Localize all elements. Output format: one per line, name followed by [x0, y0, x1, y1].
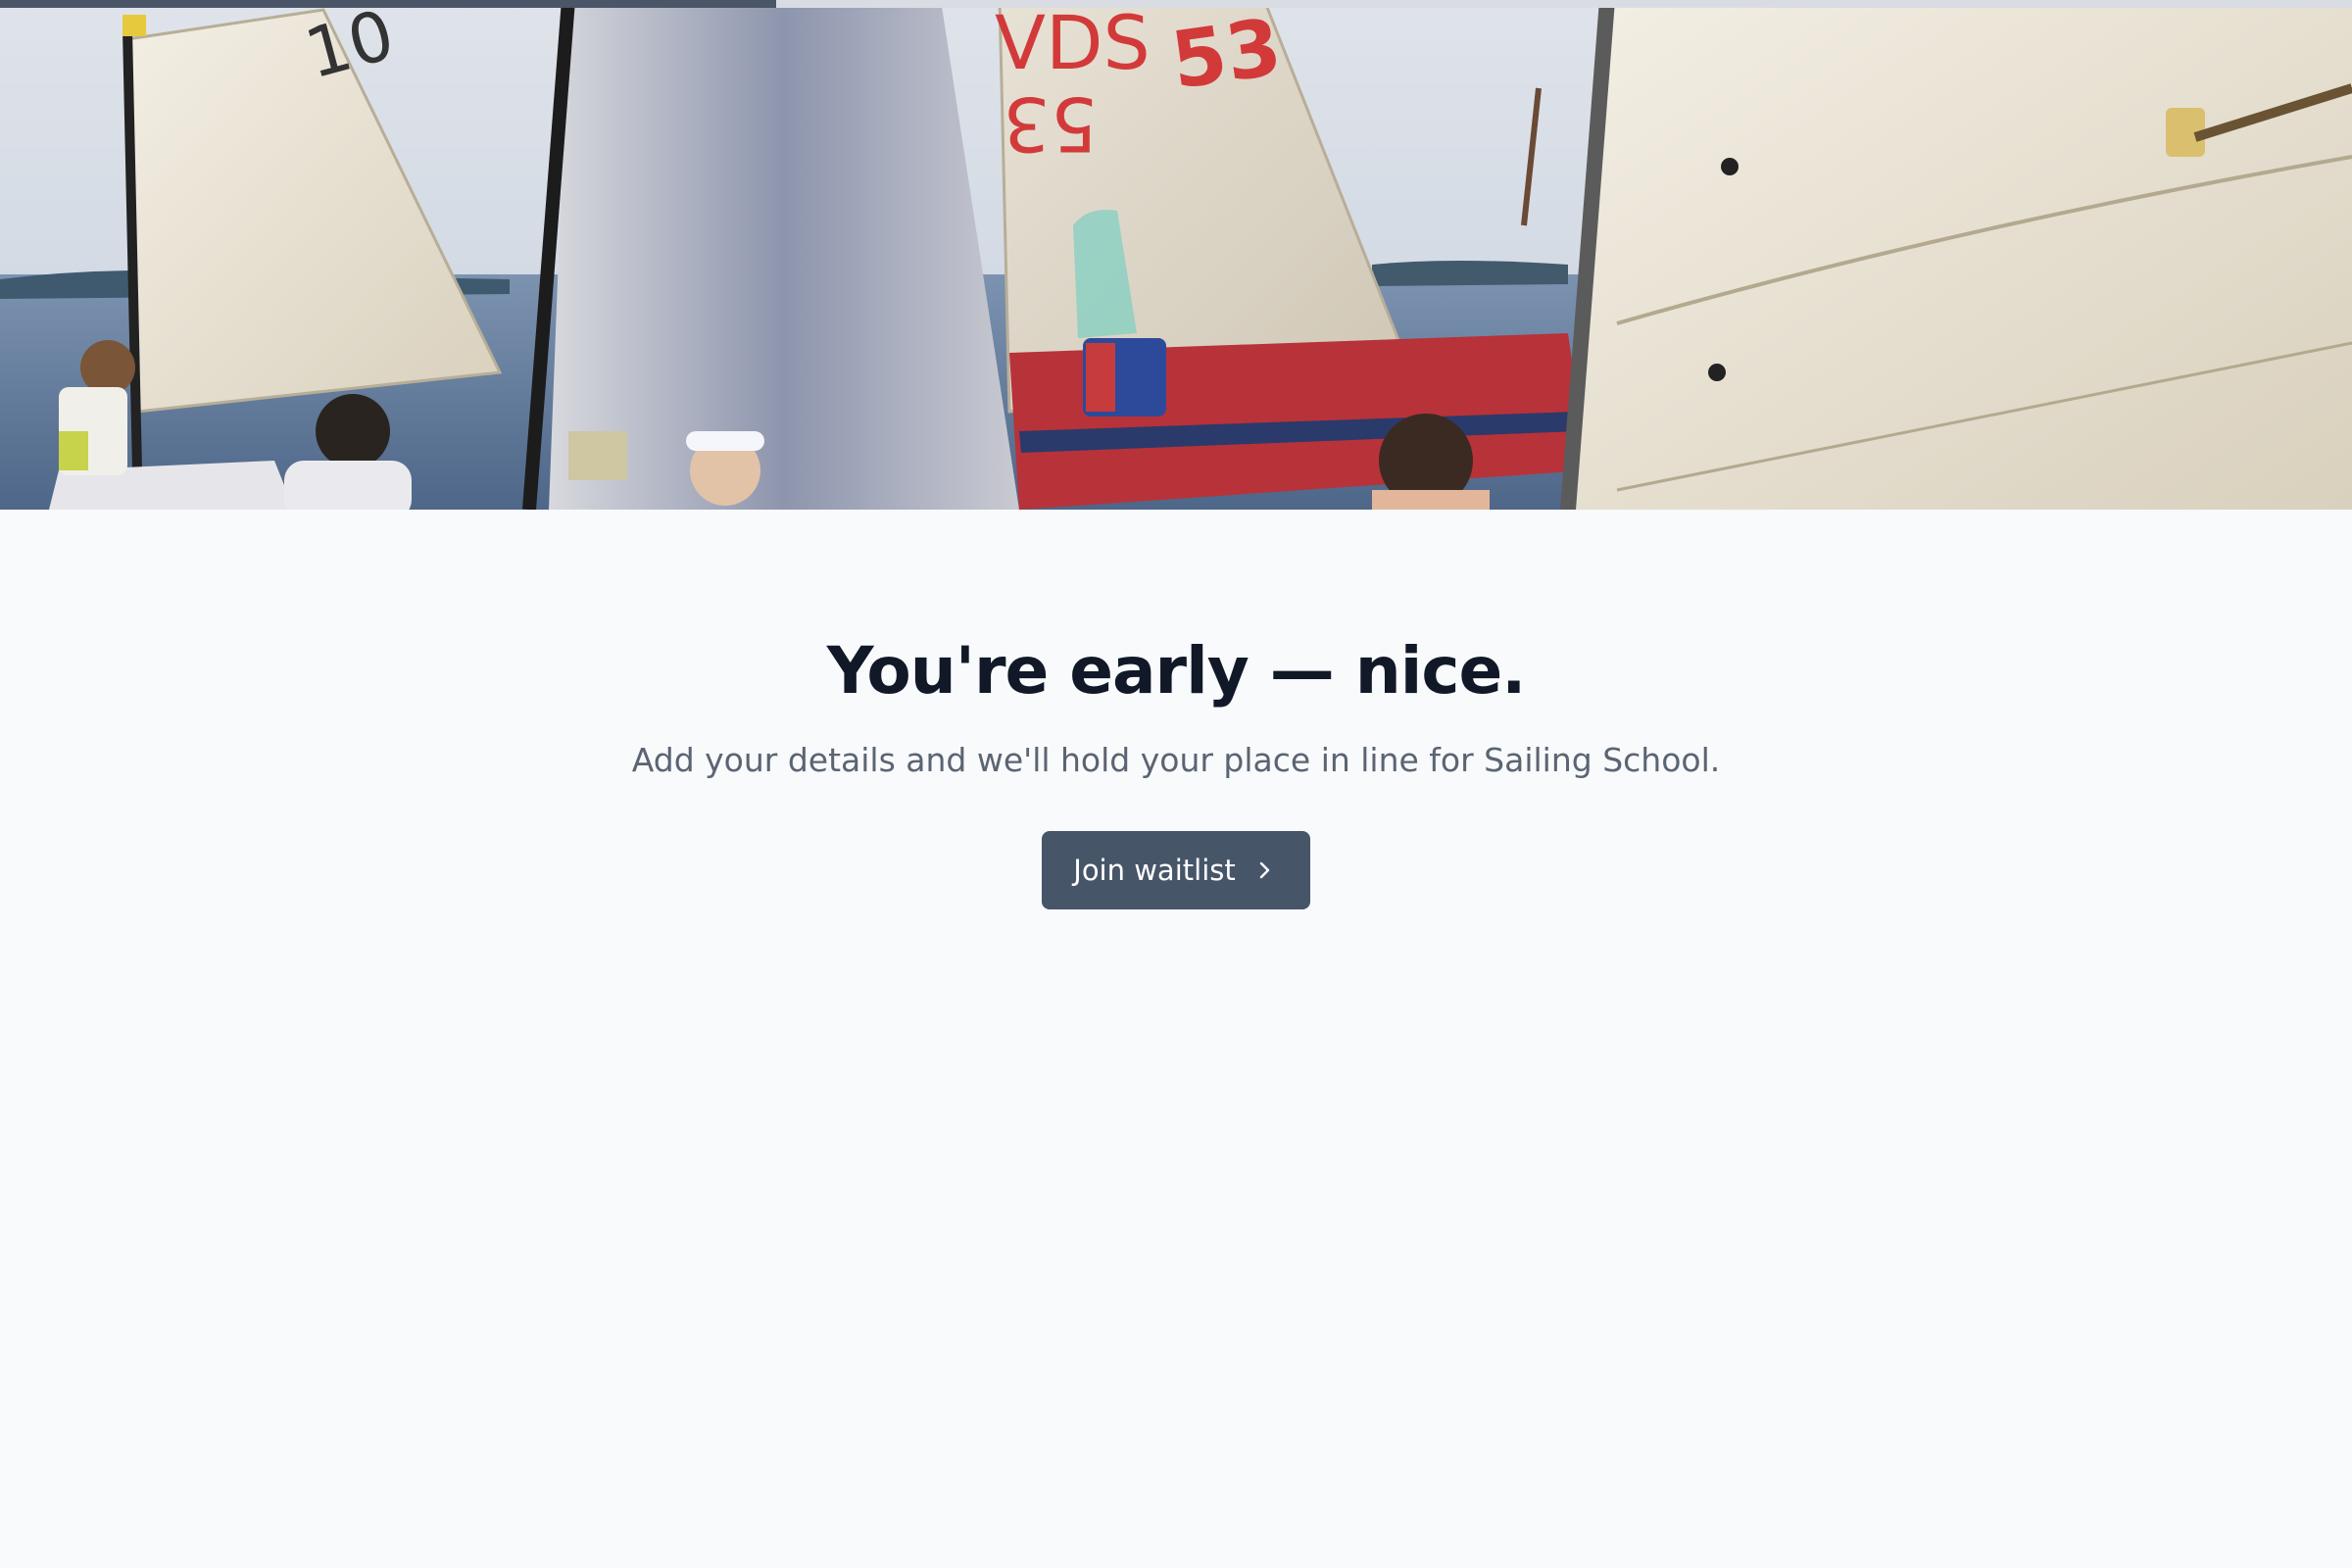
- sail-text: VDS: [995, 0, 1151, 86]
- waitlist-page: 10 53 VDS 53 You're early — nice. Add yo…: [0, 0, 2352, 1568]
- page-subtitle: Add your details and we'll hold your pla…: [631, 741, 1721, 779]
- sail-number: 53: [1166, 1, 1287, 107]
- chevron-right-icon: [1253, 859, 1275, 881]
- main-content: You're early — nice. Add your details an…: [0, 627, 2352, 909]
- progress-bar-fill: [0, 0, 776, 8]
- join-waitlist-label: Join waitlist: [1073, 854, 1236, 887]
- page-title: You're early — nice.: [826, 633, 1527, 709]
- sail-number-mirrored: 53: [1003, 80, 1098, 168]
- hero-image: 10 53 VDS 53: [0, 0, 2352, 510]
- join-waitlist-button[interactable]: Join waitlist: [1042, 831, 1310, 909]
- cta-container: Join waitlist: [0, 831, 2352, 909]
- progress-bar: [0, 0, 2352, 8]
